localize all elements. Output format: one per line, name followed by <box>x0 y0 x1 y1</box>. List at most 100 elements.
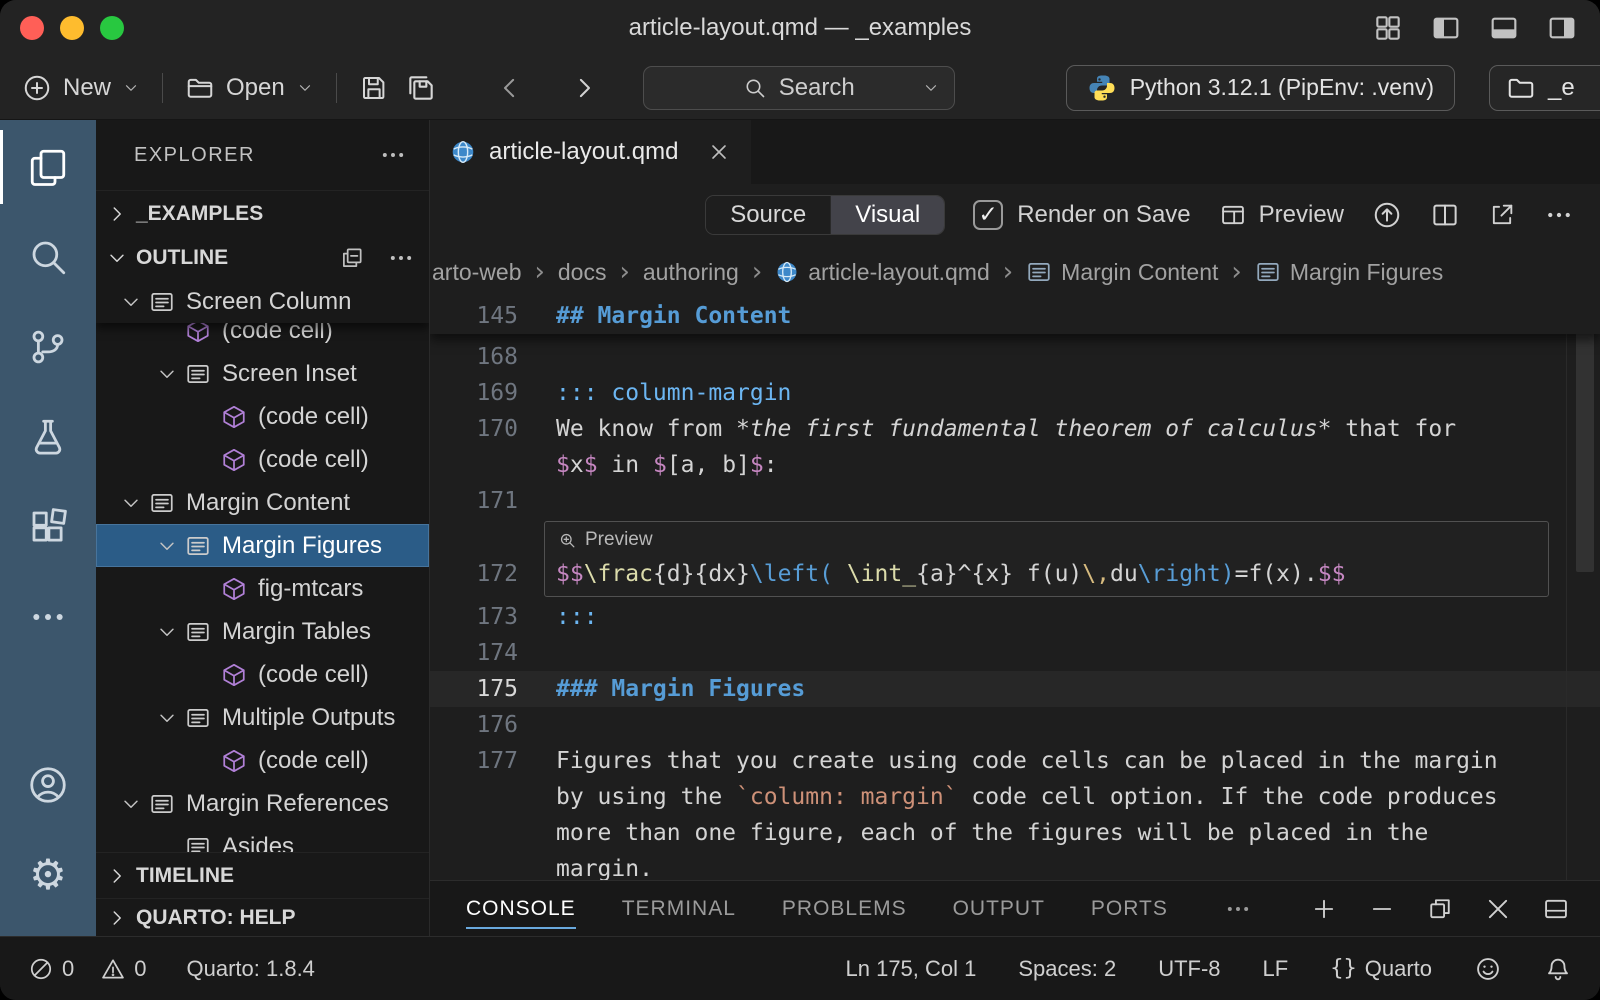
restore-panel-icon[interactable] <box>1426 895 1454 923</box>
toggle-left-sidebar-icon[interactable] <box>1430 12 1462 44</box>
settings-button[interactable]: ⚙ <box>0 838 96 912</box>
panel-layout-icon[interactable] <box>1542 895 1570 923</box>
notifications-bell-icon[interactable] <box>1544 955 1572 983</box>
activity-more-button[interactable] <box>0 580 96 654</box>
errors-indicator[interactable]: 0 <box>28 956 74 982</box>
outline-item-margin-content[interactable]: Margin Content <box>96 481 429 524</box>
code-line-172[interactable]: 172$$\frac{d}{dx}\left( \int_{a}^{x} f(u… <box>430 556 1600 592</box>
more-actions-icon[interactable] <box>1544 200 1574 230</box>
code-line-176[interactable]: 176 <box>430 707 1600 743</box>
navigate-forward-icon[interactable] <box>569 73 599 103</box>
render-on-save-checkbox[interactable]: ✓ <box>973 200 1003 230</box>
outline-item-code-cell[interactable]: (code cell) <box>96 438 429 481</box>
breadcrumb-item-authoring[interactable]: authoring <box>643 259 739 286</box>
warnings-indicator[interactable]: 0 <box>100 956 146 982</box>
code-line-170[interactable]: 170We know from *the first fundamental t… <box>430 411 1600 483</box>
cursor-position[interactable]: Ln 175, Col 1 <box>846 956 977 982</box>
code-line-171[interactable]: 171 <box>430 483 1600 519</box>
panel-tab-terminal[interactable]: TERMINAL <box>622 881 736 936</box>
code-area[interactable]: 145## Margin Content168169::: column-mar… <box>430 298 1600 880</box>
customize-layout-icon[interactable] <box>1372 12 1404 44</box>
activity-explorer-button[interactable] <box>0 130 96 204</box>
quarto-version[interactable]: Quarto: 1.8.4 <box>187 956 315 982</box>
code-line-174[interactable]: 174 <box>430 635 1600 671</box>
section-outline[interactable]: OUTLINE <box>96 236 429 280</box>
outline-item-code-cell[interactable]: (code cell) <box>96 395 429 438</box>
close-window-button[interactable] <box>20 16 44 40</box>
preview-button[interactable]: Preview <box>1219 201 1344 229</box>
code-line-145[interactable]: 145## Margin Content <box>430 298 1600 334</box>
chevron-down-icon[interactable] <box>152 359 182 389</box>
open-external-icon[interactable] <box>1488 201 1516 229</box>
account-button[interactable] <box>0 748 96 822</box>
section-timeline[interactable]: TIMELINE <box>96 852 429 898</box>
math-preview-box[interactable]: Preview172$$\frac{d}{dx}\left( \int_{a}^… <box>430 519 1600 599</box>
collapse-all-icon[interactable] <box>339 245 365 271</box>
outline-item-asides[interactable]: Asides <box>96 825 429 852</box>
activity-source-control-button[interactable] <box>0 310 96 384</box>
outline-item-margin-references[interactable]: Margin References <box>96 782 429 825</box>
chevron-down-icon[interactable] <box>152 531 182 561</box>
minimize-panel-icon[interactable] <box>1368 895 1396 923</box>
indentation[interactable]: Spaces: 2 <box>1018 956 1116 982</box>
split-editor-icon[interactable] <box>1430 200 1460 230</box>
zoom-window-button[interactable] <box>100 16 124 40</box>
language-mode[interactable]: {} Quarto <box>1330 956 1432 982</box>
open-button[interactable]: Open <box>185 73 314 103</box>
mode-source-button[interactable]: Source <box>706 196 830 234</box>
outline-item-code-cell[interactable]: (code cell) <box>96 653 429 696</box>
section-examples[interactable]: _EXAMPLES <box>96 190 429 236</box>
new-console-plus-icon[interactable] <box>1310 895 1338 923</box>
activity-extensions-button[interactable] <box>0 490 96 564</box>
math-preview-label[interactable]: Preview <box>430 524 1600 556</box>
tab-article-layout[interactable]: article-layout.qmd <box>430 120 751 184</box>
outline-item-screen-inset[interactable]: Screen Inset <box>96 352 429 395</box>
toggle-panel-icon[interactable] <box>1488 12 1520 44</box>
activity-run-debug-button[interactable] <box>0 400 96 474</box>
navigate-back-icon[interactable] <box>495 73 525 103</box>
workspace-button[interactable]: _e <box>1489 65 1600 111</box>
code-line-173[interactable]: 173::: <box>430 599 1600 635</box>
code-line-177[interactable]: 177Figures that you create using code ce… <box>430 743 1600 880</box>
save-icon[interactable] <box>359 73 389 103</box>
search-input[interactable]: Search <box>643 66 955 110</box>
outline-item-margin-figures[interactable]: Margin Figures <box>96 524 429 567</box>
activity-search-button[interactable] <box>0 220 96 294</box>
chevron-down-icon[interactable] <box>116 287 146 317</box>
panel-tab-ports[interactable]: PORTS <box>1091 881 1168 936</box>
outline-item-fig-mtcars[interactable]: fig-mtcars <box>96 567 429 610</box>
outline-item-multiple-outputs[interactable]: Multiple Outputs <box>96 696 429 739</box>
breadcrumb-item-margin-figures[interactable]: Margin Figures <box>1255 259 1443 286</box>
outline-item-margin-tables[interactable]: Margin Tables <box>96 610 429 653</box>
breadcrumb-item-margin-content[interactable]: Margin Content <box>1026 259 1218 286</box>
chevron-down-icon[interactable] <box>152 617 182 647</box>
interpreter-selector[interactable]: Python 3.12.1 (PipEnv: .venv) <box>1066 65 1455 111</box>
outline-item-screen-column[interactable]: Screen Column <box>96 280 429 323</box>
panel-tab-problems[interactable]: PROBLEMS <box>782 881 907 936</box>
eol-sequence[interactable]: LF <box>1263 956 1289 982</box>
chevron-down-icon[interactable] <box>152 703 182 733</box>
code-line-175[interactable]: 175### Margin Figures <box>430 671 1600 707</box>
toggle-right-sidebar-icon[interactable] <box>1546 12 1578 44</box>
outline-item-code-cell[interactable]: (code cell) <box>96 739 429 782</box>
publish-icon[interactable] <box>1372 200 1402 230</box>
breadcrumb-item-docs[interactable]: docs <box>558 259 607 286</box>
chevron-down-icon[interactable] <box>116 488 146 518</box>
outline-more-icon[interactable] <box>387 244 415 272</box>
new-button[interactable]: New <box>22 73 140 103</box>
feedback-smiley-icon[interactable] <box>1474 955 1502 983</box>
chevron-down-icon[interactable] <box>116 789 146 819</box>
panel-tab-console[interactable]: CONSOLE <box>466 881 576 936</box>
panel-tab-output[interactable]: OUTPUT <box>953 881 1045 936</box>
mode-visual-button[interactable]: Visual <box>830 196 944 234</box>
render-on-save-control[interactable]: ✓ Render on Save <box>973 200 1190 230</box>
minimize-window-button[interactable] <box>60 16 84 40</box>
code-line-169[interactable]: 169::: column-margin <box>430 375 1600 411</box>
breadcrumb-item-article-layout-qmd[interactable]: article-layout.qmd <box>775 259 990 286</box>
close-panel-icon[interactable] <box>1484 895 1512 923</box>
save-all-icon[interactable] <box>405 72 437 104</box>
code-line-168[interactable]: 168 <box>430 339 1600 375</box>
panel-more-icon[interactable] <box>1224 895 1252 923</box>
explorer-more-icon[interactable] <box>379 141 407 169</box>
breadcrumb-item-arto-web[interactable]: arto-web <box>432 259 521 286</box>
